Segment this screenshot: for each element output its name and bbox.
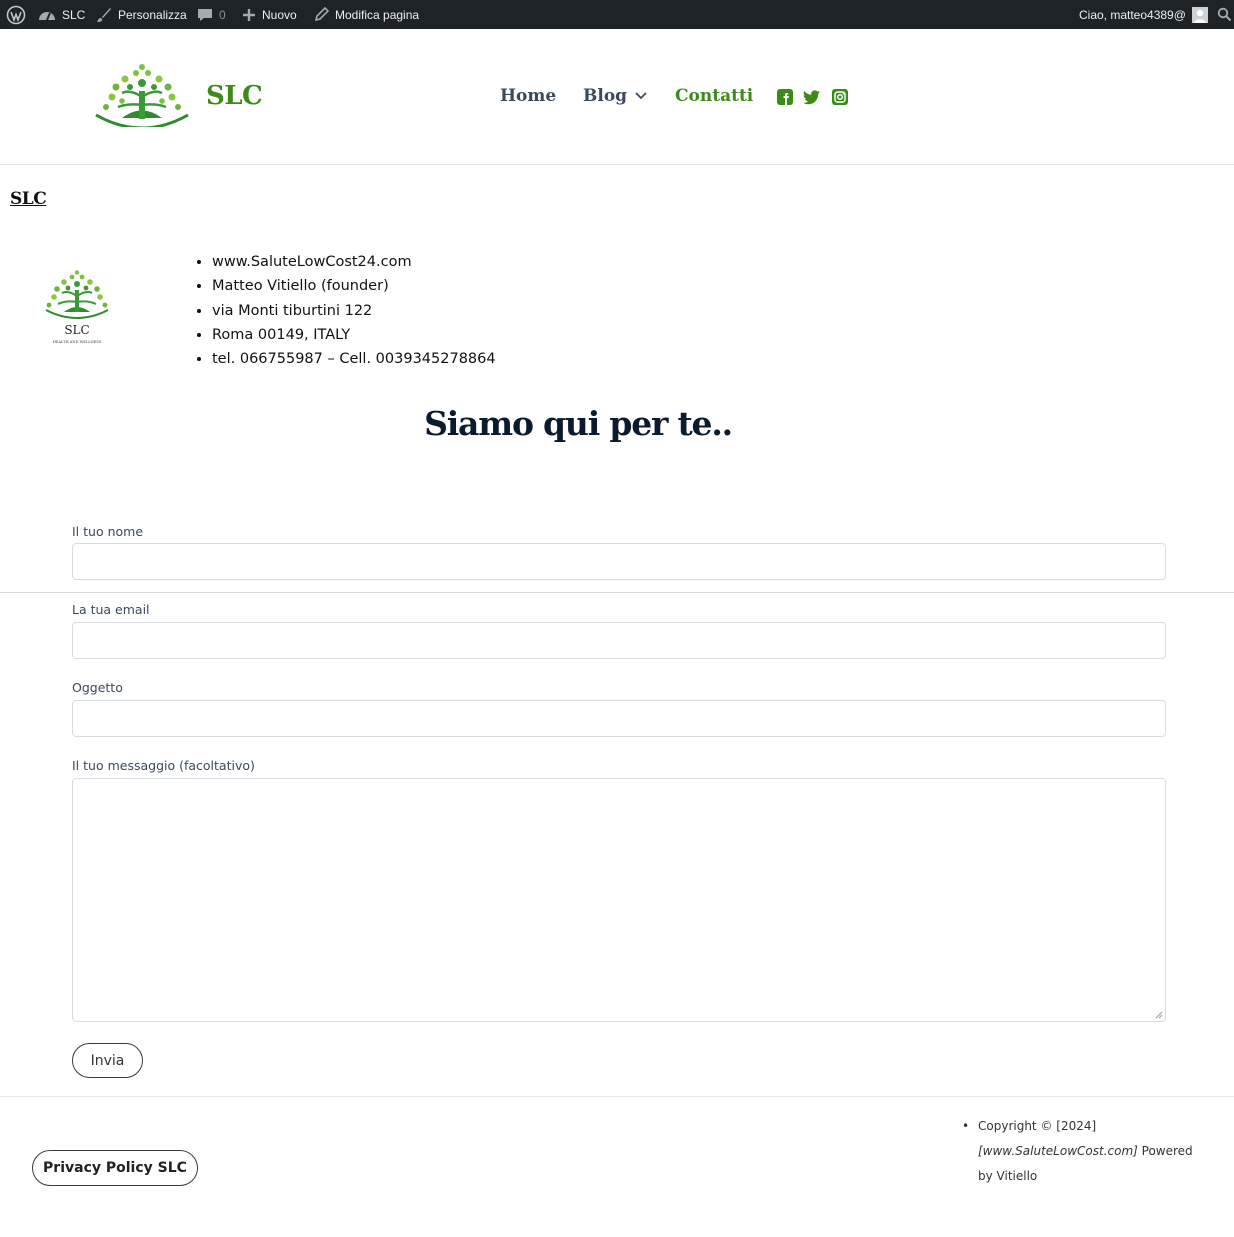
admin-new-label: Nuovo (262, 7, 297, 22)
tree-logo-icon[interactable] (92, 63, 192, 127)
admin-greeting: Ciao, matteo4389@ (1079, 7, 1186, 22)
name-label: Il tuo nome (72, 524, 144, 539)
message-label: Il tuo messaggio (facoltativo) (72, 758, 255, 773)
nav-blog-label: Blog (583, 86, 628, 106)
plus-icon (243, 8, 255, 21)
subject-label: Oggetto (72, 680, 123, 695)
chevron-down-icon (635, 92, 647, 100)
copyright-prefix: Copyright © [2024] (978, 1119, 1097, 1133)
contact-phone: tel. 066755987 – Cell. 0039345278864 (212, 347, 496, 371)
logo-text: SLC (64, 323, 89, 337)
comment-icon (198, 8, 212, 21)
admin-account-link[interactable]: Ciao, matteo4389@ (1079, 0, 1208, 29)
pencil-icon (314, 7, 329, 22)
admin-customize-link[interactable]: Personalizza (96, 0, 187, 29)
email-field[interactable] (72, 622, 1166, 659)
section-divider (0, 592, 1234, 593)
footer-divider (0, 1096, 1234, 1097)
admin-search-icon[interactable] (1217, 0, 1232, 29)
admin-edit-link[interactable]: Modifica pagina (314, 0, 419, 29)
admin-site-link[interactable]: SLC (38, 0, 85, 29)
facebook-icon[interactable] (776, 88, 794, 106)
site-title[interactable]: SLC (10, 189, 47, 209)
contact-founder: Matteo Vitiello (founder) (212, 274, 496, 298)
privacy-policy-button[interactable]: Privacy Policy SLC (32, 1150, 198, 1186)
name-field[interactable] (72, 543, 1166, 580)
slc-logo-image: SLC HEALTH AND WELLNESS (45, 270, 109, 344)
twitter-icon[interactable] (803, 88, 821, 106)
resize-handle-icon[interactable] (1155, 1011, 1163, 1019)
contact-website: www.SaluteLowCost24.com (212, 250, 496, 274)
email-label: La tua email (72, 602, 150, 617)
site-header: SLC Home Blog Contatti (0, 29, 1234, 165)
contact-city: Roma 00149, ITALY (212, 323, 496, 347)
copyright-notice: • Copyright © [2024] [www.SaluteLowCost.… (962, 1114, 1202, 1189)
admin-new-link[interactable]: Nuovo (242, 0, 297, 29)
logo-tagline: HEALTH AND WELLNESS (53, 340, 102, 344)
nav-contatti[interactable]: Contatti (675, 86, 753, 106)
instagram-icon[interactable] (831, 88, 849, 106)
admin-comments-link[interactable]: 0 (197, 0, 226, 29)
contact-street: via Monti tiburtini 122 (212, 299, 496, 323)
wordpress-logo-icon[interactable] (6, 0, 26, 29)
avatar (1191, 6, 1208, 23)
brand-name[interactable]: SLC (206, 81, 263, 111)
bullet-icon: • (962, 1119, 970, 1133)
admin-bar: SLC Personalizza 0 Nuovo Modifica pagina… (0, 0, 1234, 29)
brush-icon (97, 7, 111, 22)
submit-button[interactable]: Invia (72, 1043, 143, 1078)
nav-home[interactable]: Home (500, 86, 556, 106)
nav-blog[interactable]: Blog (583, 86, 647, 106)
admin-site-name: SLC (62, 7, 86, 22)
admin-customize-label: Personalizza (118, 7, 187, 22)
subject-field[interactable] (72, 700, 1166, 737)
admin-comments-count: 0 (219, 7, 226, 22)
copyright-site: [www.SaluteLowCost.com] (978, 1144, 1138, 1158)
contact-info-list: www.SaluteLowCost24.com Matteo Vitiello … (196, 250, 496, 371)
admin-edit-label: Modifica pagina (335, 7, 420, 22)
dashboard-icon (39, 11, 55, 20)
message-textarea[interactable] (72, 778, 1166, 1022)
page-heading: Siamo qui per te.. (424, 404, 733, 443)
